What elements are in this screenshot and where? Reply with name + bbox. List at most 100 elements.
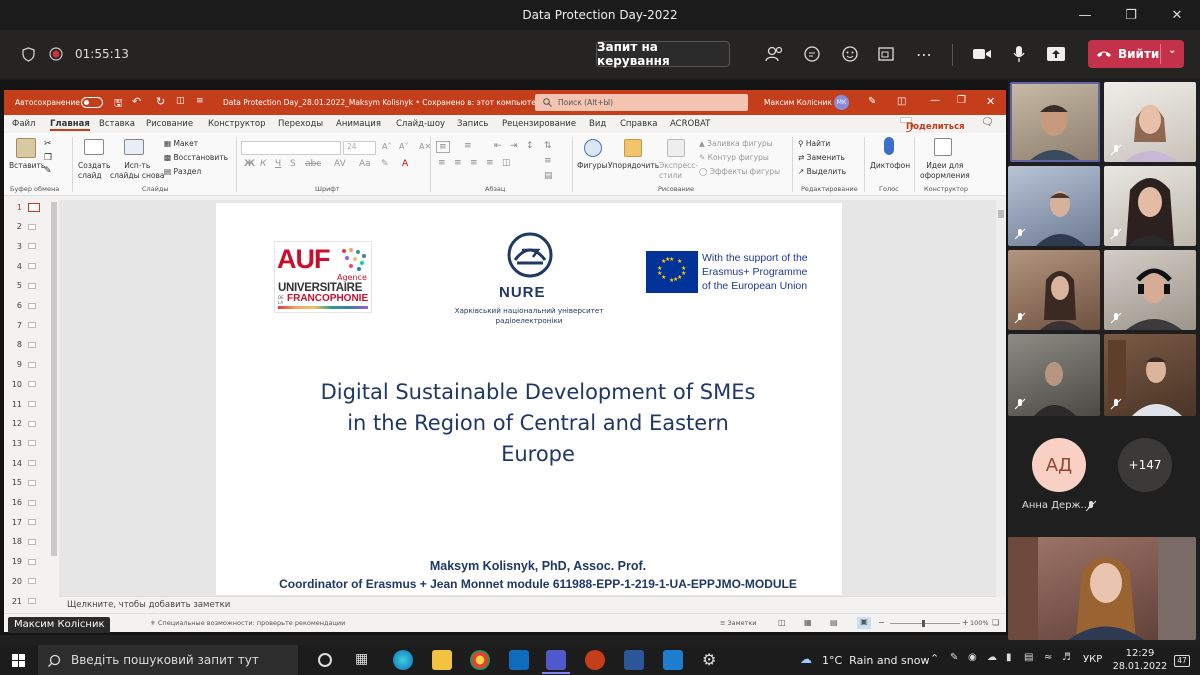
customize-qat-icon[interactable]: ≡ xyxy=(196,96,204,106)
reuse-slides-icon[interactable] xyxy=(124,139,144,155)
tab-transitions[interactable]: Переходы xyxy=(278,119,323,129)
justify-icon[interactable]: ≡ xyxy=(486,158,494,168)
tab-insert[interactable]: Вставка xyxy=(99,119,135,129)
participant-tile[interactable] xyxy=(1104,166,1196,246)
shape-outline-button[interactable]: ✎ Контур фигуры xyxy=(699,153,769,162)
tab-file[interactable]: Файл xyxy=(12,119,35,129)
battery-icon[interactable]: ▮ xyxy=(1006,652,1012,663)
slide-thumbnail[interactable]: 12 xyxy=(10,417,36,431)
microphone-icon[interactable] xyxy=(1005,40,1033,68)
tray-pen-icon[interactable]: ✎ xyxy=(950,652,958,663)
smartart-icon[interactable]: ▤ xyxy=(544,171,553,181)
tray-app-icon[interactable]: ◉ xyxy=(968,652,977,663)
zoom-slider[interactable] xyxy=(890,620,960,627)
slide-thumbnail[interactable]: 17 xyxy=(10,515,36,529)
paste-icon[interactable] xyxy=(16,138,36,158)
camera-icon[interactable] xyxy=(968,40,996,68)
slide-thumbnail[interactable]: 10 xyxy=(10,377,36,391)
present-icon[interactable]: ◫ xyxy=(176,96,185,106)
participant-tile[interactable] xyxy=(1008,250,1100,330)
request-control-button[interactable]: Запит на керування xyxy=(596,40,730,68)
zoom-level[interactable]: 100% xyxy=(970,619,989,627)
comments-icon[interactable]: 🗨 xyxy=(981,117,994,128)
numbering-icon[interactable]: ≡ xyxy=(464,141,472,151)
participant-tile[interactable] xyxy=(1104,250,1196,330)
edge-icon[interactable] xyxy=(393,650,413,670)
quick-styles-label[interactable]: Экспресс- стили xyxy=(659,161,698,181)
highlight-icon[interactable]: ✎ xyxy=(381,159,389,169)
notification-center[interactable]: 47 xyxy=(1174,655,1190,667)
italic-icon[interactable]: К xyxy=(260,159,266,169)
share-button[interactable]: ⤴ Поделиться xyxy=(900,117,965,134)
arrange-label[interactable]: Упорядочить xyxy=(608,161,659,170)
slide-thumbnail[interactable]: 11 xyxy=(10,397,36,411)
font-color-icon[interactable]: A xyxy=(402,159,408,169)
slide-thumbnail[interactable]: 1 xyxy=(10,200,40,214)
clock-time[interactable]: 12:29 xyxy=(1115,648,1165,659)
chevron-down-icon[interactable]: ⌄ xyxy=(1168,45,1176,56)
participants-icon[interactable] xyxy=(760,40,788,68)
tab-view[interactable]: Вид xyxy=(589,119,606,129)
designer-label[interactable]: Идеи для оформления xyxy=(920,161,970,181)
reactions-icon[interactable] xyxy=(836,40,864,68)
teams-icon[interactable] xyxy=(546,650,566,670)
tab-help[interactable]: Справка xyxy=(620,119,657,129)
shapes-label[interactable]: Фигуры xyxy=(577,161,607,170)
cut-icon[interactable]: ✂ xyxy=(44,139,52,149)
participant-tile-speaker[interactable] xyxy=(1010,82,1100,162)
designer-icon[interactable] xyxy=(934,138,952,156)
line-spacing-icon[interactable]: ↕ xyxy=(526,141,534,151)
reading-view-icon[interactable]: ▤ xyxy=(830,618,838,627)
powerpoint-icon[interactable] xyxy=(585,650,605,670)
slide-thumbnail[interactable]: 15 xyxy=(10,476,36,490)
copy-icon[interactable]: ❐ xyxy=(44,153,52,163)
section-button[interactable]: ▤ Раздел xyxy=(164,167,201,176)
font-name-select[interactable] xyxy=(241,141,341,155)
user-avatar[interactable]: МК xyxy=(834,95,849,110)
ribbon-display-icon[interactable]: ◫ xyxy=(897,96,906,107)
tray-cloud-icon[interactable]: ☁ xyxy=(987,652,997,663)
paste-label[interactable]: Вставить xyxy=(9,161,45,170)
reuse-slides-label[interactable]: Исп-ть слайды снова xyxy=(110,161,165,181)
align-left-icon[interactable]: ≡ xyxy=(438,158,446,168)
slide-thumbnail[interactable]: 3 xyxy=(10,239,36,253)
slideshow-view-icon[interactable]: ▣ xyxy=(857,617,871,629)
char-spacing-icon[interactable]: AV xyxy=(334,159,346,169)
slide-thumbnail[interactable]: 9 xyxy=(10,358,36,372)
slide-thumbnail[interactable]: 13 xyxy=(10,436,36,450)
slide-thumbnail[interactable]: 21 xyxy=(10,594,36,608)
shape-fill-button[interactable]: ▲ Заливка фигуры xyxy=(699,139,773,148)
quick-styles-icon[interactable] xyxy=(667,139,685,157)
participant-tile[interactable] xyxy=(1104,334,1196,416)
leave-button[interactable]: Вийти ⌄ xyxy=(1088,40,1184,68)
reset-button[interactable]: ▩ Восстановить xyxy=(164,153,228,162)
font-size-select[interactable]: 24 xyxy=(343,141,376,155)
wifi-icon[interactable]: ≈ xyxy=(1044,652,1052,663)
volume-icon[interactable]: ♬ xyxy=(1062,652,1071,663)
align-text-icon[interactable]: ≡ xyxy=(544,156,552,166)
columns-icon[interactable]: ◫ xyxy=(502,158,511,168)
zoom-out-icon[interactable]: − xyxy=(878,618,885,627)
rooms-icon[interactable] xyxy=(872,40,900,68)
tray-chevron-icon[interactable]: ⌃ xyxy=(930,652,939,665)
pen-icon[interactable]: ✎ xyxy=(868,96,876,107)
underline-icon[interactable]: Ч xyxy=(275,159,281,169)
accessibility-status[interactable]: ⚜ Специальные возможности: проверьте рек… xyxy=(150,619,345,627)
participant-tile[interactable] xyxy=(1008,166,1100,246)
participant-tile[interactable] xyxy=(1104,82,1196,162)
ppt-minimize-icon[interactable]: — xyxy=(930,95,940,106)
participant-tile[interactable] xyxy=(1008,334,1100,416)
slide-thumbnail[interactable]: 16 xyxy=(10,496,36,510)
shadow-icon[interactable]: S xyxy=(290,159,296,169)
task-view-icon[interactable]: ▦ xyxy=(355,651,368,667)
file-explorer-icon[interactable] xyxy=(432,650,452,670)
increase-indent-icon[interactable]: ⇥ xyxy=(510,141,518,151)
close-icon[interactable]: ✕ xyxy=(1154,0,1200,30)
weather-text[interactable]: 1°C Rain and snow xyxy=(822,654,929,667)
ppt-close-icon[interactable]: ✕ xyxy=(986,95,995,108)
autosave-toggle[interactable] xyxy=(81,97,103,108)
keyboard-language[interactable]: УКР xyxy=(1083,654,1102,665)
dictate-icon[interactable] xyxy=(884,137,894,155)
more-participants-button[interactable]: +147 xyxy=(1118,438,1172,492)
ppt-search-box[interactable]: Поиск (Alt+Ы) xyxy=(535,94,748,111)
